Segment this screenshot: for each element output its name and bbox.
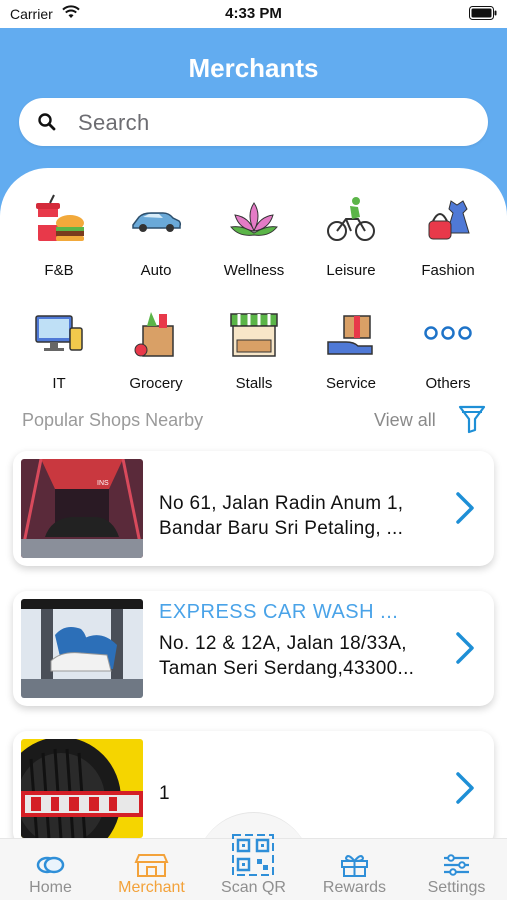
category-label: Leisure — [326, 262, 376, 279]
filter-icon[interactable] — [458, 404, 486, 434]
sliders-icon — [444, 854, 469, 876]
shop-card[interactable]: EXPRESS CAR WASH ... No. 12 & 12A, Jalan… — [13, 591, 494, 706]
category-label: IT — [52, 375, 66, 392]
tab-rewards[interactable]: Rewards — [304, 839, 405, 900]
tab-label: Merchant — [118, 879, 185, 896]
more-dots-icon — [424, 326, 472, 340]
shop-address: 1 — [159, 783, 170, 804]
computer-icon — [35, 315, 83, 351]
category-label: Service — [325, 375, 377, 392]
tab-home[interactable]: Home — [0, 839, 101, 900]
qr-code-icon — [232, 834, 274, 876]
tab-label: Rewards — [322, 879, 387, 896]
store-icon — [134, 854, 169, 877]
status-bar: Carrier 4:33 PM — [0, 0, 507, 28]
category-it[interactable]: IT — [11, 306, 107, 392]
service-box-icon — [327, 315, 373, 355]
shop-address: No 61, Jalan Radin Anum 1, Bandar Baru S… — [159, 493, 404, 539]
search-input[interactable]: Search — [19, 98, 488, 146]
shop-thumbnail — [21, 739, 143, 838]
category-auto[interactable]: Auto — [108, 193, 204, 279]
category-fnb[interactable]: F&B — [11, 193, 107, 279]
category-label: Wellness — [223, 262, 285, 279]
category-label: Fashion — [421, 262, 475, 279]
shop-card[interactable]: INS No 61, Jalan Radin Anum 1, Bandar Ba… — [13, 451, 494, 566]
home-coins-icon — [36, 856, 65, 874]
svg-text:INS: INS — [97, 480, 109, 487]
category-leisure[interactable]: Leisure — [303, 193, 399, 279]
stall-icon — [230, 313, 278, 357]
clock: 4:33 PM — [225, 5, 282, 22]
fnb-icon — [36, 194, 84, 241]
tab-settings[interactable]: Settings — [406, 839, 507, 900]
category-label: F&B — [44, 262, 74, 279]
lotus-icon — [230, 202, 278, 236]
search-icon — [38, 113, 56, 131]
category-others[interactable]: Others — [400, 306, 496, 392]
tab-label: Scan QR — [221, 879, 286, 896]
category-label: Others — [425, 375, 471, 392]
shop-thumbnail: INS — [21, 459, 143, 558]
battery-icon — [469, 6, 497, 20]
cyclist-icon — [327, 197, 375, 241]
shop-address: No. 12 & 12A, Jalan 18/33A, Taman Seri S… — [159, 633, 415, 679]
view-all-link[interactable]: View all — [374, 410, 436, 431]
car-icon — [132, 212, 182, 232]
tab-bar: Home Merchant Scan QR Rewards Settings — [0, 834, 507, 900]
category-label: Stalls — [235, 375, 273, 392]
category-stalls[interactable]: Stalls — [206, 306, 302, 392]
tab-scan-qr[interactable]: Scan QR — [203, 834, 304, 900]
section-title: Popular Shops Nearby — [22, 410, 204, 430]
grocery-bag-icon — [134, 312, 174, 357]
dress-icon — [428, 200, 470, 240]
category-grocery[interactable]: Grocery — [108, 306, 204, 392]
shop-thumbnail — [21, 599, 143, 698]
tab-merchant[interactable]: Merchant — [101, 839, 202, 900]
category-service[interactable]: Service — [303, 306, 399, 392]
category-fashion[interactable]: Fashion — [400, 193, 496, 279]
gift-icon — [341, 855, 368, 877]
chevron-right-icon[interactable] — [454, 771, 476, 805]
category-label: Grocery — [129, 375, 183, 392]
page-title: Merchants — [188, 53, 319, 83]
shop-name: EXPRESS CAR WASH ... — [159, 601, 399, 623]
tab-label: Home — [29, 879, 72, 896]
tab-label: Settings — [427, 879, 486, 896]
chevron-right-icon[interactable] — [454, 491, 476, 525]
search-placeholder: Search — [78, 110, 150, 135]
chevron-right-icon[interactable] — [454, 631, 476, 665]
category-wellness[interactable]: Wellness — [206, 193, 302, 279]
category-label: Auto — [140, 262, 172, 279]
